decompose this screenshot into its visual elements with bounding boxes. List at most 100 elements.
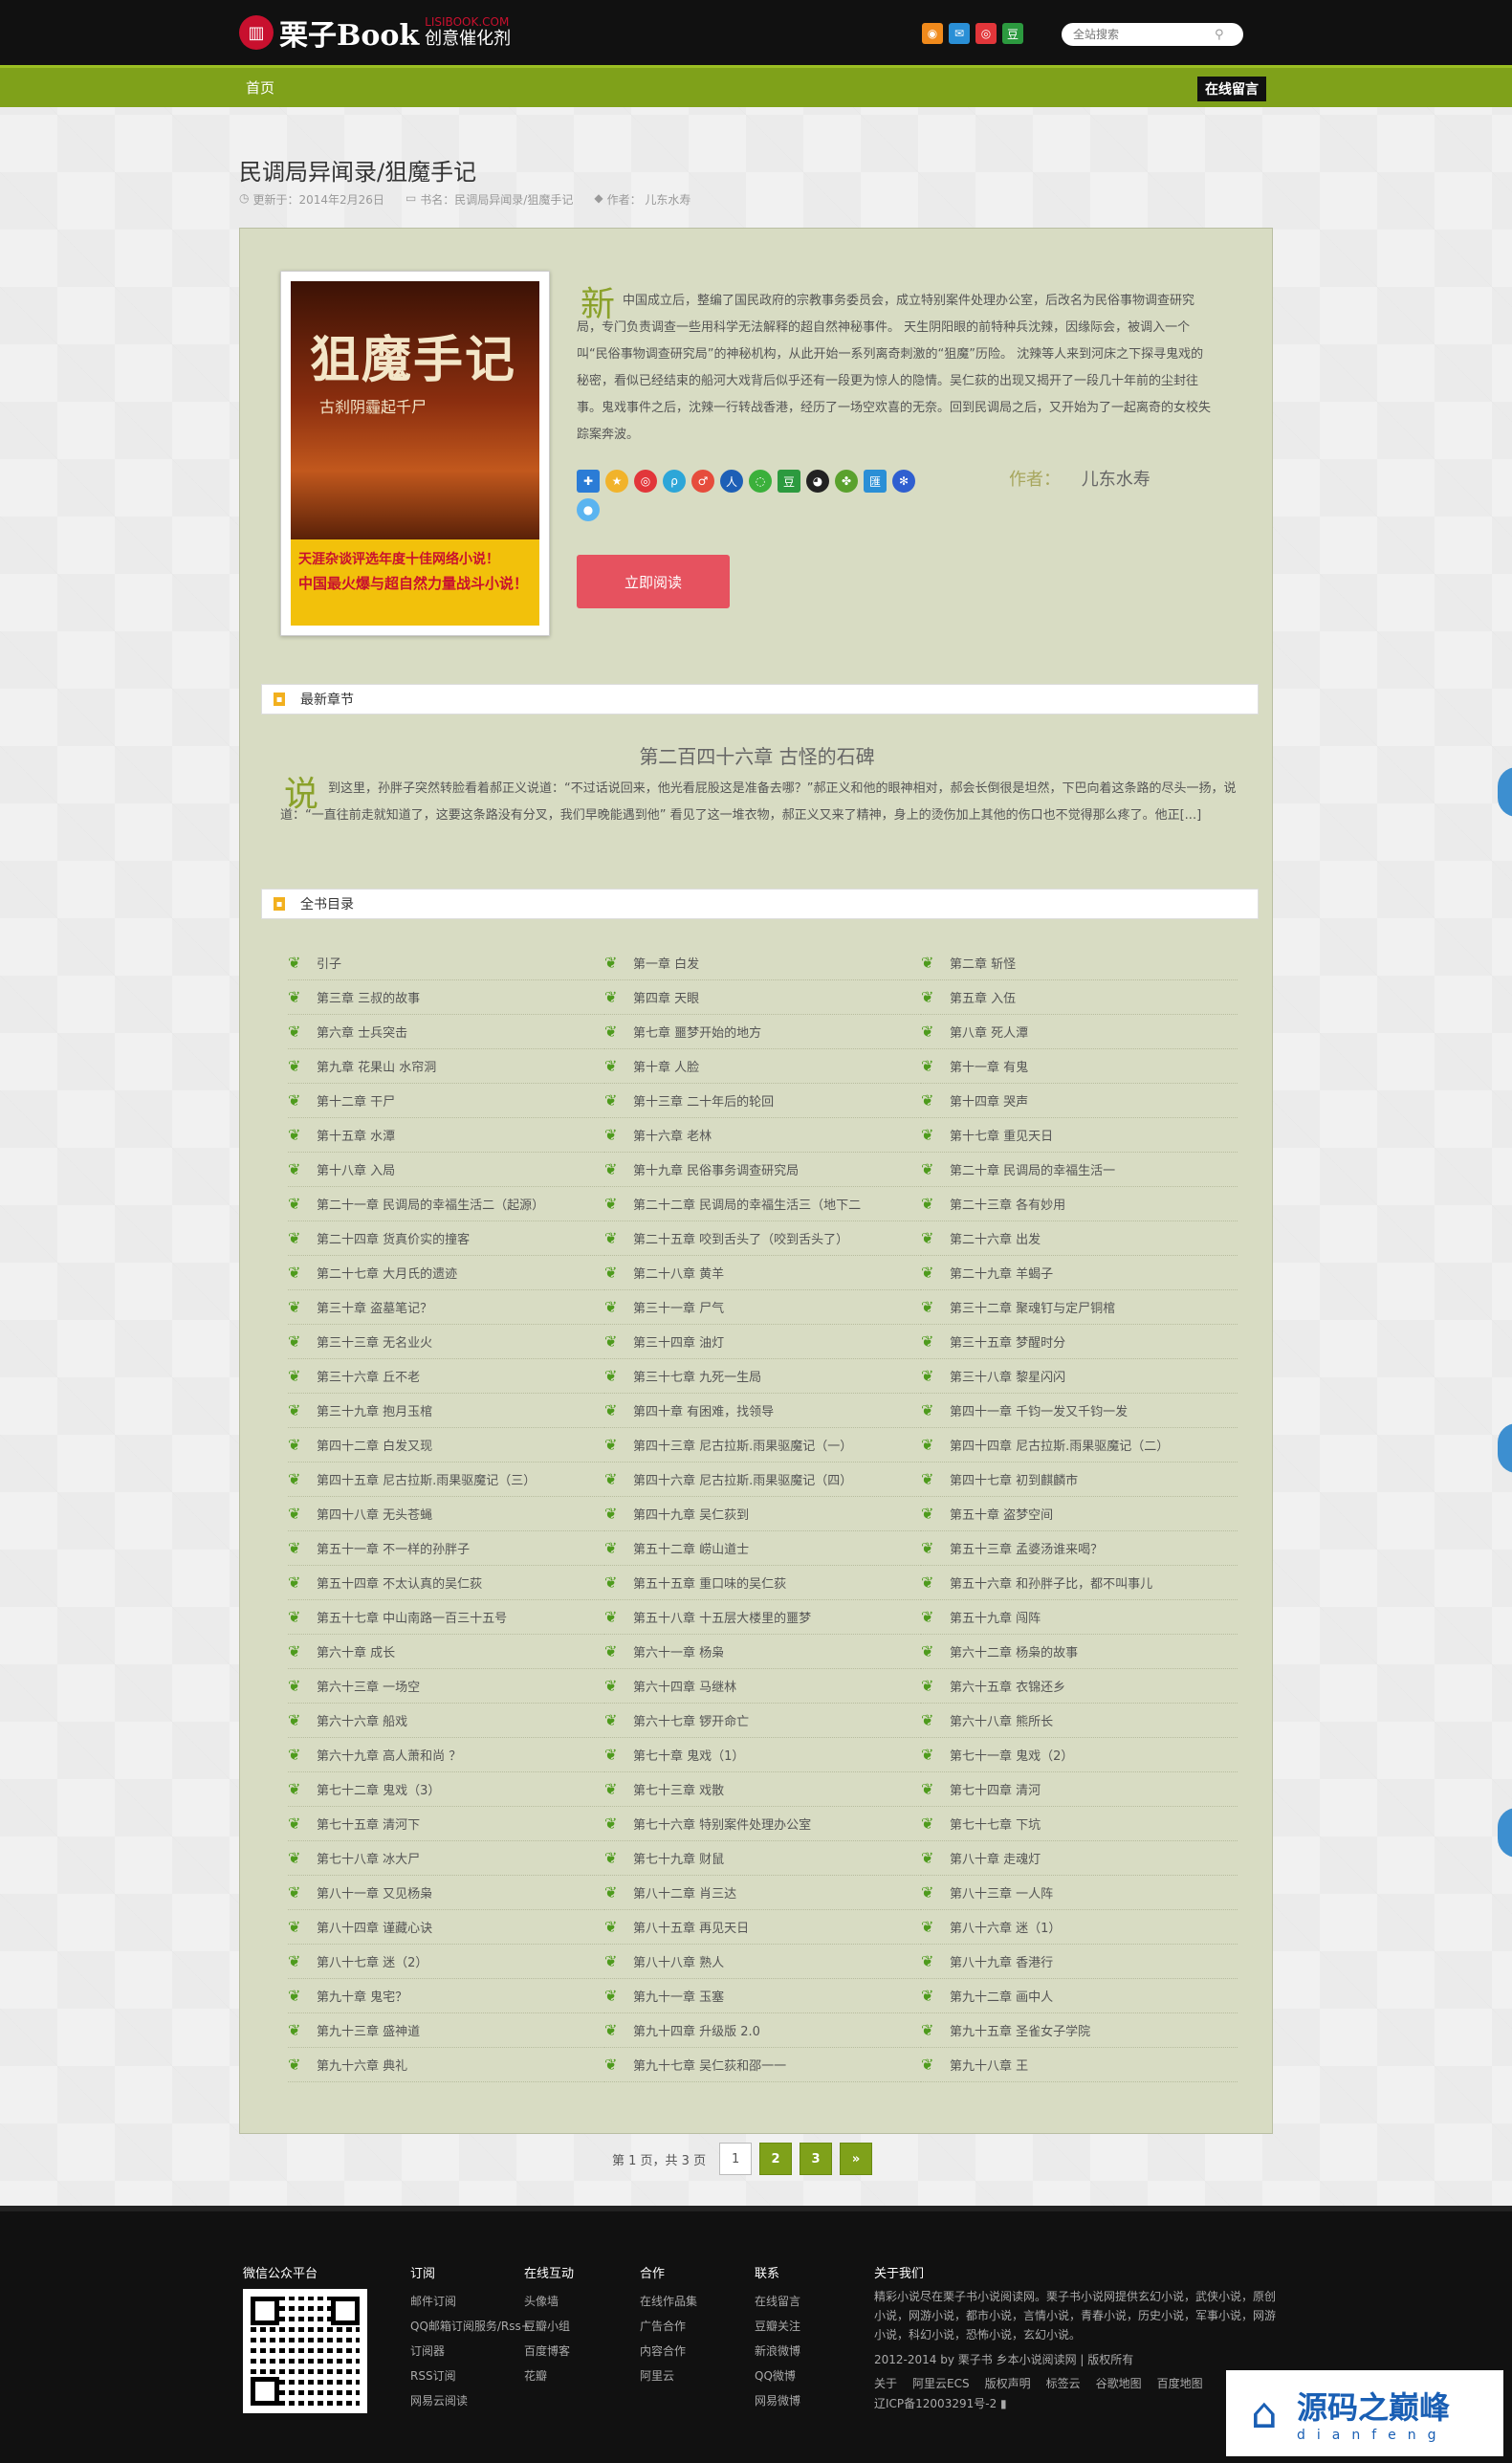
- footer-icp-text[interactable]: 辽ICP备12003291号-2: [874, 2397, 997, 2410]
- page-1[interactable]: 1: [719, 2143, 753, 2175]
- chapter-link[interactable]: 第九十三章 盛神道: [317, 2021, 420, 2039]
- douban-icon[interactable]: 豆: [778, 470, 800, 493]
- chapter-link[interactable]: 第十六章 老林: [633, 1126, 712, 1144]
- chapter-link[interactable]: 第十九章 民俗事务调查研究局: [633, 1160, 799, 1178]
- chapter-link[interactable]: 第九十一章 玉塞: [633, 1987, 724, 2005]
- chapter-link[interactable]: 第十五章 水潭: [317, 1126, 395, 1144]
- chapter-link[interactable]: 第三十四章 油灯: [633, 1332, 724, 1351]
- meta-author-text[interactable]: 作者： 儿东水寿: [607, 191, 691, 208]
- chapter-link[interactable]: 第五章 入伍: [950, 988, 1016, 1006]
- weibo-icon[interactable]: ◎: [634, 470, 657, 493]
- footer-link[interactable]: 网易微博: [755, 2388, 800, 2413]
- star-icon[interactable]: ★: [605, 470, 628, 493]
- chapter-link[interactable]: 第六十四章 马继林: [633, 1677, 736, 1695]
- chapter-link[interactable]: 第七十六章 特别案件处理办公室: [633, 1814, 811, 1833]
- pengyou-icon[interactable]: 匯: [864, 470, 887, 493]
- site-logo[interactable]: ▥ 栗子Book LISIBOOK.COM 创意催化剂: [239, 13, 511, 53]
- chapter-link[interactable]: 第九十六章 典礼: [317, 2056, 407, 2074]
- chapter-link[interactable]: 第七章 噩梦开始的地方: [633, 1023, 761, 1041]
- chapter-link[interactable]: 第七十五章 清河下: [317, 1814, 420, 1833]
- chapter-link[interactable]: 第三章 三叔的故事: [317, 988, 420, 1006]
- chapter-link[interactable]: 第七十二章 鬼戏（3）: [317, 1780, 440, 1798]
- chapter-link[interactable]: 第五十二章 崂山道士: [633, 1539, 749, 1557]
- chapter-link[interactable]: 第五十四章 不太认真的吴仁荻: [317, 1573, 482, 1592]
- footer-link[interactable]: 花瓣: [524, 2364, 574, 2388]
- footer-link[interactable]: 在线作品集: [640, 2289, 697, 2314]
- chapter-link[interactable]: 第六十七章 锣开命亡: [633, 1711, 749, 1729]
- footer-link[interactable]: 标签云: [1046, 2373, 1081, 2394]
- chapter-link[interactable]: 第四章 天眼: [633, 988, 699, 1006]
- footer-link[interactable]: QQ邮箱订阅服务/Rss+: [410, 2314, 531, 2339]
- chapter-link[interactable]: 第五十一章 不一样的孙胖子: [317, 1539, 470, 1557]
- chapter-link[interactable]: 第六十六章 船戏: [317, 1711, 407, 1729]
- chapter-link[interactable]: 第八十五章 再见天日: [633, 1918, 749, 1936]
- chapter-link[interactable]: 第二十八章 黄羊: [633, 1264, 724, 1282]
- chapter-link[interactable]: 第五十章 盗梦空间: [950, 1505, 1053, 1523]
- chapter-link[interactable]: 第九十七章 吴仁荻和邵一一: [633, 2056, 786, 2074]
- chapter-link[interactable]: 第二十七章 大月氏的遗迹: [317, 1264, 457, 1282]
- chapter-link[interactable]: 第七十七章 下坑: [950, 1814, 1041, 1833]
- chapter-link[interactable]: 第二十三章 各有妙用: [950, 1195, 1065, 1213]
- qq-bubble-icon[interactable]: ●: [577, 498, 600, 521]
- page-3[interactable]: 3: [800, 2143, 833, 2175]
- footer-link[interactable]: 阿里云ECS: [912, 2373, 970, 2394]
- chapter-link[interactable]: 第四十六章 尼古拉斯.雨果驱魔记（四）: [633, 1470, 852, 1488]
- footer-link[interactable]: 头像墙: [524, 2289, 574, 2314]
- douban-icon[interactable]: 豆: [1002, 23, 1023, 44]
- chapter-link[interactable]: 第八十八章 熟人: [633, 1952, 724, 1970]
- footer-link[interactable]: QQ微博: [755, 2364, 800, 2388]
- chapter-link[interactable]: 第二十章 民调局的幸福生活一: [950, 1160, 1115, 1178]
- chapter-link[interactable]: 第三十二章 聚魂钉与定尸铜棺: [950, 1298, 1115, 1316]
- clover-icon[interactable]: ✤: [835, 470, 858, 493]
- footer-link[interactable]: 百度地图: [1157, 2373, 1203, 2394]
- chapter-link[interactable]: 第四十五章 尼古拉斯.雨果驱魔记（三）: [317, 1470, 536, 1488]
- footer-link[interactable]: 百度博客: [524, 2339, 574, 2364]
- chapter-link[interactable]: 第八十七章 迷（2）: [317, 1952, 427, 1970]
- chapter-link[interactable]: 第八十九章 香港行: [950, 1952, 1053, 1970]
- chapter-link[interactable]: 第十八章 入局: [317, 1160, 395, 1178]
- chapter-link[interactable]: 第二章 斩怪: [950, 954, 1016, 972]
- chapter-link[interactable]: 第二十六章 出发: [950, 1229, 1041, 1247]
- nav-message-button[interactable]: 在线留言: [1197, 77, 1266, 101]
- chapter-link[interactable]: 第四十七章 初到麒麟市: [950, 1470, 1078, 1488]
- renren-icon[interactable]: ♂: [691, 470, 714, 493]
- chapter-link[interactable]: 第九十二章 画中人: [950, 1987, 1053, 2005]
- latest-chapter-title[interactable]: 第二百四十六章 古怪的石碑: [240, 741, 1274, 769]
- chapter-link[interactable]: 第六十章 成长: [317, 1642, 395, 1660]
- footer-link[interactable]: 豆瓣关注: [755, 2314, 800, 2339]
- qq-icon[interactable]: ◕: [806, 470, 829, 493]
- chapter-link[interactable]: 第六十三章 一场空: [317, 1677, 420, 1695]
- chapter-link[interactable]: 第十三章 二十年后的轮回: [633, 1091, 774, 1110]
- footer-link[interactable]: 订阅器: [410, 2339, 531, 2364]
- chapter-link[interactable]: 第六十八章 熊所长: [950, 1711, 1053, 1729]
- chapter-link[interactable]: 第九十五章 圣雀女子学院: [950, 2021, 1090, 2039]
- mail-icon[interactable]: ✉: [949, 23, 970, 44]
- read-now-button[interactable]: 立即阅读: [577, 555, 730, 608]
- chapter-link[interactable]: 第八十二章 肖三达: [633, 1883, 736, 1902]
- author-name[interactable]: 儿东水寿: [1082, 470, 1150, 490]
- qzone-icon[interactable]: ✚: [577, 470, 600, 493]
- side-float-icon[interactable]: [1498, 1808, 1512, 1858]
- chapter-link[interactable]: 第三十六章 丘不老: [317, 1367, 420, 1385]
- chapter-link[interactable]: 第九十四章 升级版 2.0: [633, 2021, 760, 2039]
- chapter-link[interactable]: 第六十二章 杨枭的故事: [950, 1642, 1078, 1660]
- chapter-link[interactable]: 第四十八章 无头苍蝇: [317, 1505, 432, 1523]
- chapter-link[interactable]: 第八章 死人潭: [950, 1023, 1028, 1041]
- chapter-link[interactable]: 第一章 白发: [633, 954, 699, 972]
- chapter-link[interactable]: 第三十三章 无名业火: [317, 1332, 432, 1351]
- chapter-link[interactable]: 第五十六章 和孙胖子比，都不叫事儿: [950, 1573, 1152, 1592]
- chapter-link[interactable]: 第三十七章 九死一生局: [633, 1367, 761, 1385]
- chapter-link[interactable]: 第三十一章 尸气: [633, 1298, 724, 1316]
- search-input[interactable]: [1071, 27, 1215, 42]
- chapter-link[interactable]: 第十四章 哭声: [950, 1091, 1028, 1110]
- chapter-link[interactable]: 第十一章 有鬼: [950, 1057, 1028, 1075]
- weibo-icon[interactable]: ◎: [975, 23, 997, 44]
- chapter-link[interactable]: 第二十四章 货真价实的撞客: [317, 1229, 470, 1247]
- footer-link[interactable]: 豆瓣小组: [524, 2314, 574, 2339]
- footer-link[interactable]: 网易云阅读: [410, 2388, 531, 2413]
- chapter-link[interactable]: 第十七章 重见天日: [950, 1126, 1053, 1144]
- wechat-icon[interactable]: ◌: [749, 470, 772, 493]
- footer-link[interactable]: 在线留言: [755, 2289, 800, 2314]
- kaixin-icon[interactable]: 人: [720, 470, 743, 493]
- chapter-link[interactable]: 第十二章 干尸: [317, 1091, 395, 1110]
